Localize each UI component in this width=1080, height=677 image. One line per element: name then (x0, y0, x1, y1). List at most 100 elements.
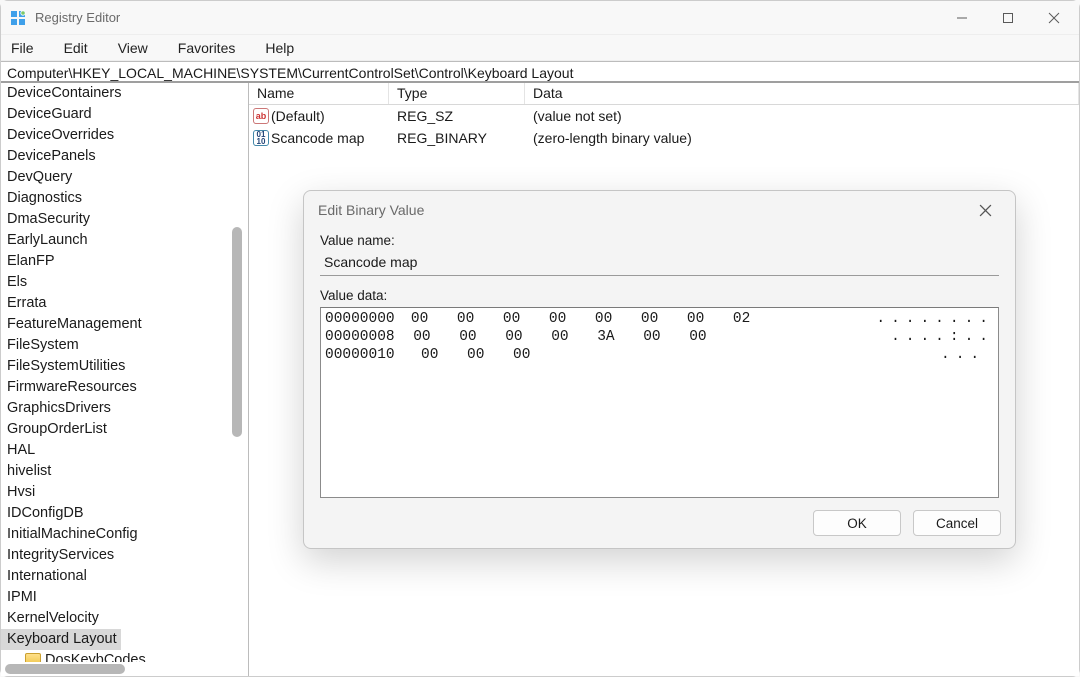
menubar: File Edit View Favorites Help (1, 35, 1079, 61)
menu-file[interactable]: File (5, 38, 40, 58)
tree-item[interactable]: Hvsi (1, 482, 248, 503)
tree-item[interactable]: IntegrityServices (1, 545, 248, 566)
tree-item[interactable]: DmaSecurity (1, 209, 248, 230)
hex-row: 000000000000000000000002........ (325, 310, 994, 328)
dialog-titlebar: Edit Binary Value (304, 191, 1015, 229)
cancel-button[interactable]: Cancel (913, 510, 1001, 536)
tree-item[interactable]: hivelist (1, 461, 248, 482)
menu-edit[interactable]: Edit (58, 38, 94, 58)
tree-item-label: DeviceGuard (7, 106, 92, 122)
tree-item[interactable]: Diagnostics (1, 188, 248, 209)
tree-item[interactable]: InitialMachineConfig (1, 524, 248, 545)
tree-item[interactable]: Errata (1, 293, 248, 314)
hex-row: 00000010000000... (325, 346, 994, 364)
dialog-close-button[interactable] (969, 194, 1001, 226)
hex-bytes: 000000003A0000 (413, 328, 891, 346)
tree-item-label: HAL (7, 442, 35, 458)
tree-item[interactable]: DeviceContainers (1, 83, 248, 104)
col-header-data[interactable]: Data (525, 83, 1079, 104)
value-row[interactable]: ab(Default)REG_SZ(value not set) (249, 105, 1079, 127)
hex-offset: 00000010 (325, 346, 421, 364)
tree-item[interactable]: GraphicsDrivers (1, 398, 248, 419)
hex-offset: 00000008 (325, 328, 413, 346)
tree-item[interactable]: International (1, 566, 248, 587)
tree-item-label: DmaSecurity (7, 211, 90, 227)
app-icon (9, 9, 27, 27)
value-data: (zero-length binary value) (525, 130, 1079, 146)
ok-button[interactable]: OK (813, 510, 901, 536)
tree-item-label: DeviceOverrides (7, 127, 114, 143)
hex-bytes: 000000 (421, 346, 941, 364)
hex-ascii: ....:.. (891, 328, 994, 346)
tree-item[interactable]: FeatureManagement (1, 314, 248, 335)
registry-editor-window: Registry Editor File Edit View Favorites… (0, 0, 1080, 677)
dialog-title-text: Edit Binary Value (318, 202, 424, 218)
value-type: REG_BINARY (389, 130, 525, 146)
tree-item-label: Diagnostics (7, 190, 82, 206)
tree-item[interactable]: ElanFP (1, 251, 248, 272)
tree-item-label: ElanFP (7, 253, 55, 269)
address-bar[interactable]: Computer\HKEY_LOCAL_MACHINE\SYSTEM\Curre… (1, 61, 1079, 83)
window-title: Registry Editor (35, 10, 939, 25)
tree-item-label: FileSystemUtilities (7, 358, 125, 374)
col-header-type[interactable]: Type (389, 83, 525, 104)
tree-item-label: IPMI (7, 589, 37, 605)
tree-item-label: DevicePanels (7, 148, 96, 164)
tree-item-label: FeatureManagement (7, 316, 142, 332)
tree-item[interactable]: DevicePanels (1, 146, 248, 167)
hex-ascii: ........ (876, 310, 994, 328)
col-header-name[interactable]: Name (249, 83, 389, 104)
tree-item[interactable]: FileSystemUtilities (1, 356, 248, 377)
tree-item-label: Els (7, 274, 27, 290)
value-list-header: Name Type Data (249, 83, 1079, 105)
tree-item[interactable]: IPMI (1, 587, 248, 608)
tree-item[interactable]: FirmwareResources (1, 377, 248, 398)
tree-item-label: FileSystem (7, 337, 79, 353)
value-name-input[interactable]: Scancode map (320, 252, 999, 276)
close-button[interactable] (1031, 2, 1077, 34)
maximize-button[interactable] (985, 2, 1031, 34)
tree-item-label: Hvsi (7, 484, 35, 500)
value-name-label: Value name: (320, 233, 999, 248)
tree-item-label: DevQuery (7, 169, 72, 185)
tree-item[interactable]: IDConfigDB (1, 503, 248, 524)
tree-item[interactable]: FileSystem (1, 335, 248, 356)
tree-item[interactable]: GroupOrderList (1, 419, 248, 440)
hex-ascii: ... (941, 346, 994, 364)
hex-row: 00000008000000003A0000....:.. (325, 328, 994, 346)
tree-item[interactable]: DeviceGuard (1, 104, 248, 125)
tree-item[interactable]: DevQuery (1, 167, 248, 188)
menu-favorites[interactable]: Favorites (172, 38, 242, 58)
hex-editor[interactable]: 000000000000000000000002........00000008… (320, 307, 999, 498)
tree-item[interactable]: EarlyLaunch (1, 230, 248, 251)
tree-item[interactable]: KernelVelocity (1, 608, 248, 629)
value-row[interactable]: 0110Scancode mapREG_BINARY(zero-length b… (249, 127, 1079, 149)
menu-help[interactable]: Help (259, 38, 300, 58)
tree-hscrollbar[interactable] (1, 662, 248, 676)
tree-item-label: KernelVelocity (7, 610, 99, 626)
menu-view[interactable]: View (112, 38, 154, 58)
tree-item-label: InitialMachineConfig (7, 526, 138, 542)
tree-item[interactable]: Els (1, 272, 248, 293)
tree-vscroll-thumb[interactable] (232, 227, 242, 437)
hex-offset: 00000000 (325, 310, 411, 328)
titlebar: Registry Editor (1, 1, 1079, 35)
tree-vscrollbar[interactable] (232, 83, 244, 676)
tree-item[interactable]: DeviceOverrides (1, 125, 248, 146)
value-name: (Default) (271, 108, 389, 124)
string-value-icon: ab (253, 108, 269, 124)
tree-item-label: International (7, 568, 87, 584)
tree-item-label: GroupOrderList (7, 421, 107, 437)
tree-hscroll-thumb[interactable] (5, 664, 125, 674)
minimize-button[interactable] (939, 2, 985, 34)
tree-item-label: Errata (7, 295, 47, 311)
key-tree[interactable]: DeviceContainers DeviceGuard DeviceOverrid… (1, 83, 249, 676)
edit-binary-dialog: Edit Binary Value Value name: Scancode m… (303, 190, 1016, 549)
tree-item[interactable]: HAL (1, 440, 248, 461)
tree-item[interactable]: Keyboard Layout (1, 629, 121, 650)
value-type: REG_SZ (389, 108, 525, 124)
tree-item-label: IDConfigDB (7, 505, 84, 521)
tree-item-label: FirmwareResources (7, 379, 137, 395)
tree-item-label: GraphicsDrivers (7, 400, 111, 416)
hex-bytes: 0000000000000002 (411, 310, 876, 328)
